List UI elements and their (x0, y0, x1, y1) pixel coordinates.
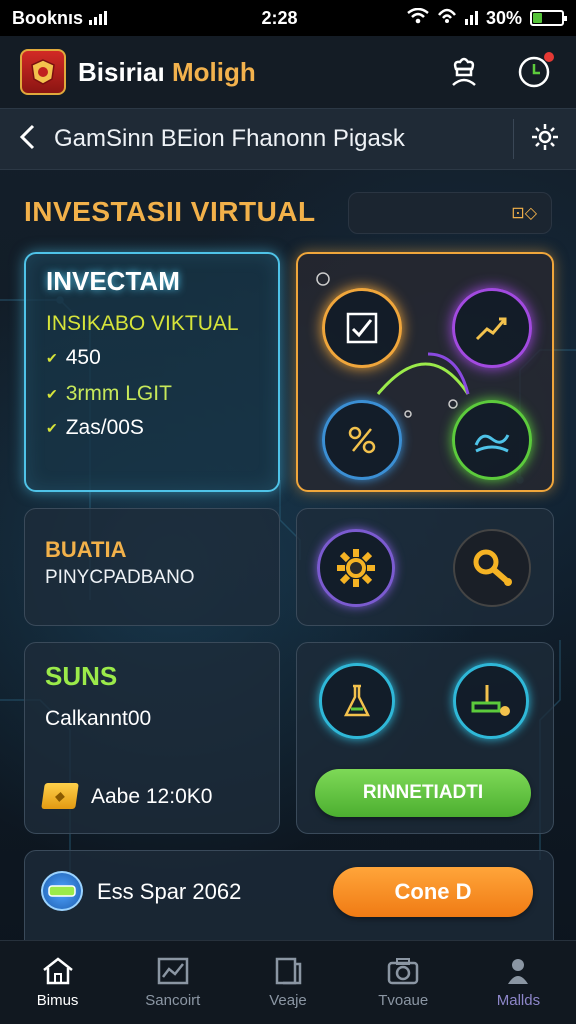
invest-item-text: 450 (65, 346, 101, 369)
document-icon (275, 957, 302, 985)
status-card-title: BUATIA (45, 537, 127, 562)
clock-notification-icon[interactable] (512, 50, 556, 94)
invest-item: ✔ Zas/00S (46, 416, 144, 440)
bottom-nav-home[interactable]: Bimus (0, 941, 115, 1024)
percent-icon[interactable] (322, 400, 402, 480)
bottom-nav-label: Sancoirt (145, 992, 201, 1009)
suns-card-value: Calkannt00 (45, 707, 152, 730)
status-bar: Booknıs 2:28 30% (0, 0, 576, 36)
gear-icon[interactable] (530, 122, 560, 157)
promo-card: Ess Spar 2062 Cone D (24, 850, 554, 950)
invest-item: ✔ 3rmm LGIT (46, 382, 172, 406)
person-icon (508, 959, 529, 984)
section-title: INVESTASII VIRTUAL (24, 196, 316, 227)
chart-icon (157, 957, 189, 985)
camera-icon (387, 958, 419, 985)
invest-item: ✔ 450 (46, 346, 101, 370)
investment-icons-card (296, 252, 554, 492)
app-title: Bisiriaı Moligh (78, 57, 416, 88)
bottom-nav-label: Bimus (36, 992, 79, 1009)
status-time: 2:28 (261, 7, 298, 28)
search-field[interactable]: ⊡◇ (348, 192, 552, 234)
invest-item-text: 3rmm LGIT (65, 382, 172, 405)
app-logo[interactable] (20, 49, 66, 95)
suns-card-title: SUNS (45, 661, 118, 691)
search-icons: ⊡◇ (511, 205, 537, 222)
signal-icon (89, 11, 108, 25)
battery-icon (530, 10, 567, 26)
check-icon: ✔ (46, 419, 58, 436)
bottom-nav-label: Veaje (269, 992, 307, 1009)
cell-signal-icon (464, 11, 478, 25)
status-card[interactable]: BUATIA PINYCPADBANO (24, 508, 280, 626)
check-icon: ✔ (46, 385, 58, 402)
chart-hand-icon[interactable] (452, 288, 532, 368)
handshake-icon[interactable] (452, 400, 532, 480)
invest-item-text: Zas/00S (65, 416, 144, 439)
battery-percent: 30% (485, 7, 522, 28)
nav-title: GamSinn BEion Fhanonn Pigask (54, 125, 405, 152)
bottom-nav-camera[interactable]: Tvoaue (346, 941, 461, 1024)
bottom-nav-chart[interactable]: Sancoirt (115, 941, 230, 1024)
home-icon (42, 957, 73, 985)
actions-card: RINNETIADTI (296, 642, 554, 834)
promo-button[interactable]: Cone D (333, 867, 533, 917)
bottom-nav: Bimus Sancoirt Veaje Tvoaue Mallds (0, 940, 576, 1024)
tools-card (296, 508, 554, 626)
invest-card-subtitle: INSIKABO VIKTUAL (46, 312, 239, 335)
carrier-label: Booknıs (12, 7, 84, 28)
notification-dot (544, 52, 554, 62)
bottom-nav-label: Mallds (496, 992, 541, 1009)
app-title-part2: Moligh (171, 56, 256, 87)
bottom-nav-person[interactable]: Mallds (461, 941, 576, 1024)
app-header: Bisiriaı Moligh (0, 36, 576, 108)
hotspot-icon (437, 7, 457, 30)
key-search-icon[interactable] (453, 529, 531, 607)
coin-text: Aabe 12:0K0 (91, 785, 213, 808)
check-icon: ✔ (46, 349, 58, 366)
flask-icon[interactable] (319, 663, 395, 739)
globe-badge-icon (41, 871, 83, 911)
chef-profile-icon[interactable] (442, 50, 486, 94)
suns-card[interactable]: SUNS Calkannt00 ◆ Aabe 12:0K0 (24, 642, 280, 834)
nav-bar: GamSinn BEion Fhanonn Pigask (0, 108, 576, 170)
chevron-left-icon[interactable] (16, 123, 40, 156)
invest-action-button[interactable]: RINNETIADTI (315, 769, 531, 817)
app-title-part1: Bisiriaı (78, 56, 165, 87)
checklist-icon[interactable] (322, 288, 402, 368)
invest-card-title: INVECTAM (46, 266, 180, 296)
nav-divider (513, 119, 514, 159)
invest-card[interactable]: INVECTAM INSIKABO VIKTUAL ✔ 450 ✔ 3rmm LGI… (24, 252, 280, 492)
status-card-subtitle: PINYCPADBANO (45, 567, 195, 588)
coin-icon: ◆ (41, 783, 79, 809)
joystick-icon[interactable] (453, 663, 529, 739)
bottom-nav-label: Tvoaue (378, 992, 429, 1009)
promo-label: Ess Spar 2062 (97, 879, 242, 904)
gear-icon[interactable] (317, 529, 395, 607)
bottom-nav-document[interactable]: Veaje (230, 941, 345, 1024)
wifi-icon (407, 7, 429, 29)
